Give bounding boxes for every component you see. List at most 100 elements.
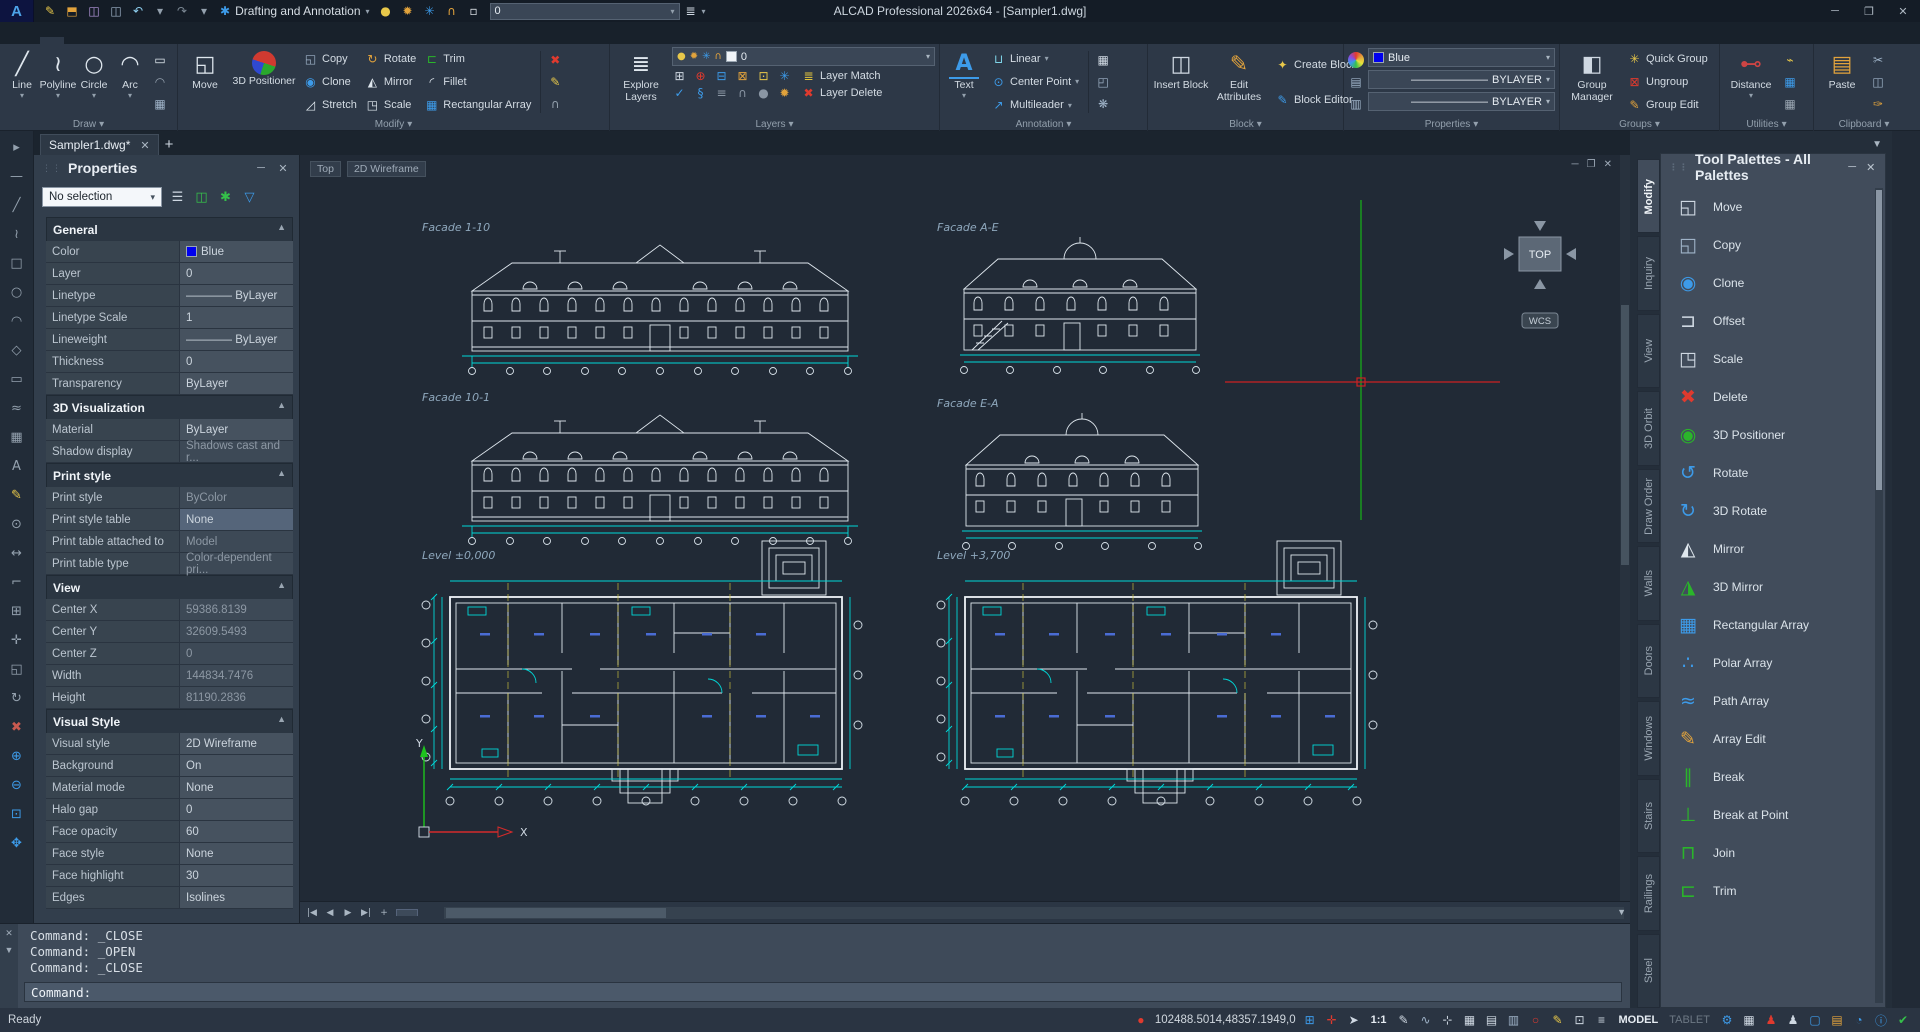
group-tool-button[interactable]: ✎ Group Edit — [1624, 98, 1711, 113]
quick-access-icon[interactable]: ↶ — [130, 3, 146, 19]
restore-icon[interactable]: ❐ — [1587, 159, 1596, 170]
property-row[interactable]: Linetype Scale 1 ▲ — [46, 307, 293, 329]
palette-item[interactable]: ∥ Break — [1665, 758, 1873, 796]
scrollbar-thumb[interactable] — [1876, 190, 1882, 490]
draw-tool-button[interactable]: ○ Circle ▾ — [76, 47, 112, 117]
quick-access-icon[interactable]: ↷ — [174, 3, 190, 19]
wcs-chip[interactable]: WCS — [1522, 313, 1558, 328]
left-tool-icon[interactable]: ↔ — [7, 543, 27, 563]
status-toggle-icon[interactable]: ≡ — [1593, 1011, 1611, 1029]
layer-tool-icon[interactable]: § — [693, 85, 708, 100]
left-tool-icon[interactable]: ✖ — [7, 717, 27, 737]
ribbon-tab[interactable] — [196, 37, 220, 44]
view-cube-arrow-up[interactable] — [1534, 221, 1546, 231]
modify-tool-button[interactable]: ◱ Copy — [300, 47, 360, 70]
linetype-icon[interactable]: ▤ — [1348, 74, 1364, 90]
property-row[interactable]: Background On ▲ — [46, 755, 293, 777]
palette-grip[interactable]: ⋮⋮ — [1669, 162, 1689, 173]
ribbon-tab[interactable] — [118, 37, 142, 44]
viewport-style-button[interactable]: 2D Wireframe — [347, 161, 426, 177]
modify-tool-button[interactable]: ◭ Mirror — [362, 70, 419, 93]
quick-access-icon[interactable]: ◫ — [108, 3, 124, 19]
status-toggle-icon[interactable]: ▥ — [1505, 1011, 1523, 1029]
ribbon-tab[interactable] — [40, 37, 64, 44]
palette-tab[interactable]: Inquiry — [1637, 236, 1660, 310]
property-row[interactable]: Color Blue ▲ — [46, 241, 293, 263]
vertical-scrollbar[interactable] — [1620, 155, 1630, 901]
panel-label-groups[interactable]: Groups▾ — [1560, 117, 1719, 131]
modify-tool-button[interactable]: ◉ Clone — [300, 70, 360, 93]
scrollbar-thumb[interactable] — [446, 908, 666, 918]
command-input[interactable]: Command: — [24, 982, 1622, 1002]
section-collapse-icon[interactable]: ▲ — [271, 218, 292, 241]
left-tool-icon[interactable]: ⊕ — [7, 746, 27, 766]
status-toggle-icon[interactable]: ▤ — [1828, 1011, 1846, 1029]
status-toggle-icon[interactable]: ⊞ — [1301, 1011, 1319, 1029]
status-toggle-icon[interactable]: ▦ — [1740, 1011, 1758, 1029]
property-row[interactable]: Visual Style ▲ — [46, 709, 293, 733]
palette-scrollbar[interactable] — [1875, 188, 1883, 1003]
clipboard-icon[interactable]: ✂ — [1870, 52, 1886, 68]
property-row[interactable]: Print table type Color-dependent pri... … — [46, 553, 293, 575]
palette-item[interactable]: ◉ 3D Positioner — [1665, 416, 1873, 454]
draw-tool-button[interactable]: ◠ Arc ▾ — [112, 47, 148, 117]
ribbon-tab[interactable] — [300, 37, 324, 44]
close-icon[interactable]: ✕ — [5, 928, 13, 939]
text-button[interactable]: A Text ▾ — [944, 47, 984, 117]
left-tool-icon[interactable]: ◇ — [7, 340, 27, 360]
section-collapse-icon[interactable]: ▲ — [271, 464, 292, 487]
annotation-mini-icon[interactable]: ◰ — [1095, 74, 1111, 90]
new-document-tab-button[interactable]: + — [165, 136, 174, 155]
panel-label-draw[interactable]: Draw▾ — [0, 117, 177, 131]
layout-tab[interactable] — [396, 909, 418, 916]
property-row[interactable]: Print style ▲ — [46, 463, 293, 487]
layer-tool-icon[interactable]: ✳ — [777, 68, 792, 83]
status-toggle-icon[interactable]: ✎ — [1549, 1011, 1567, 1029]
draw-mini-icon[interactable]: ▭ — [152, 52, 168, 68]
property-row[interactable]: Print style table None ▲ — [46, 509, 293, 531]
annotation-tool-button[interactable]: ⊙ Center Point ▾ — [988, 74, 1082, 89]
selection-tool-icon[interactable]: ▽ — [241, 189, 258, 206]
layer-tool-icon[interactable]: ✹ — [777, 85, 792, 100]
lineweight-dropdown[interactable]: ——————— BYLAYER ▾ — [1368, 92, 1555, 111]
panel-label-clipboard[interactable]: Clipboard▾ — [1814, 117, 1914, 131]
selection-tool-icon[interactable]: ✱ — [217, 189, 234, 206]
block-tool-button[interactable]: ◫ Insert Block — [1152, 47, 1210, 117]
layer-toggle-icon[interactable]: ✹ — [400, 3, 416, 19]
layer-toggle-icon[interactable]: ▫ — [466, 3, 482, 19]
draw-tool-button[interactable]: ≀ Polyline ▾ — [40, 47, 76, 117]
section-collapse-icon[interactable]: ▲ — [271, 710, 292, 733]
group-tool-button[interactable]: ⊠ Ungroup — [1624, 74, 1711, 89]
left-tool-icon[interactable]: ⊙ — [7, 514, 27, 534]
status-toggle-icon[interactable]: ◔ — [1850, 1011, 1868, 1029]
left-tool-icon[interactable]: ≈ — [7, 398, 27, 418]
ribbon-tab[interactable] — [66, 37, 90, 44]
left-tool-icon[interactable]: ⊡ — [7, 804, 27, 824]
modify-tool-button[interactable]: ◳ Scale — [362, 94, 419, 117]
view-cube-arrow-down[interactable] — [1534, 279, 1546, 289]
color-dropdown[interactable]: Blue ▾ — [1368, 48, 1555, 67]
palette-tab[interactable]: View — [1637, 314, 1660, 388]
explore-layers-button[interactable]: ≣ Explore Layers — [614, 47, 668, 117]
utility-icon[interactable]: ⌁ — [1782, 52, 1798, 68]
status-toggle-icon[interactable]: ♟ — [1784, 1011, 1802, 1029]
palette-item[interactable]: ⊐ Offset — [1665, 302, 1873, 340]
quick-access-icon[interactable]: ✎ — [42, 3, 58, 19]
status-toggle-icon[interactable]: ✔ — [1894, 1011, 1912, 1029]
property-row[interactable]: General ▲ — [46, 217, 293, 241]
chevron-down-icon[interactable]: ▾ — [702, 7, 706, 16]
layer-tool-icon[interactable]: ✓ — [672, 85, 687, 100]
color-wheel-icon[interactable] — [1348, 52, 1364, 68]
status-toggle-icon[interactable]: ⚙ — [1718, 1011, 1736, 1029]
palette-tab[interactable]: 3D Orbit — [1637, 391, 1660, 465]
property-row[interactable]: 3D Visualization ▲ — [46, 395, 293, 419]
ribbon-tab[interactable] — [352, 37, 376, 44]
property-row[interactable]: Layer 0 ▲ — [46, 263, 293, 285]
palette-item[interactable]: ↻ 3D Rotate — [1665, 492, 1873, 530]
palette-item[interactable]: ◳ Scale — [1665, 340, 1873, 378]
left-tool-icon[interactable]: ⌐ — [7, 572, 27, 592]
section-collapse-icon[interactable]: ▲ — [271, 396, 292, 419]
minimize-button[interactable]: ─ — [1818, 0, 1852, 22]
scrollbar-thumb[interactable] — [1621, 305, 1629, 565]
status-toggle-icon[interactable]: ♟ — [1762, 1011, 1780, 1029]
